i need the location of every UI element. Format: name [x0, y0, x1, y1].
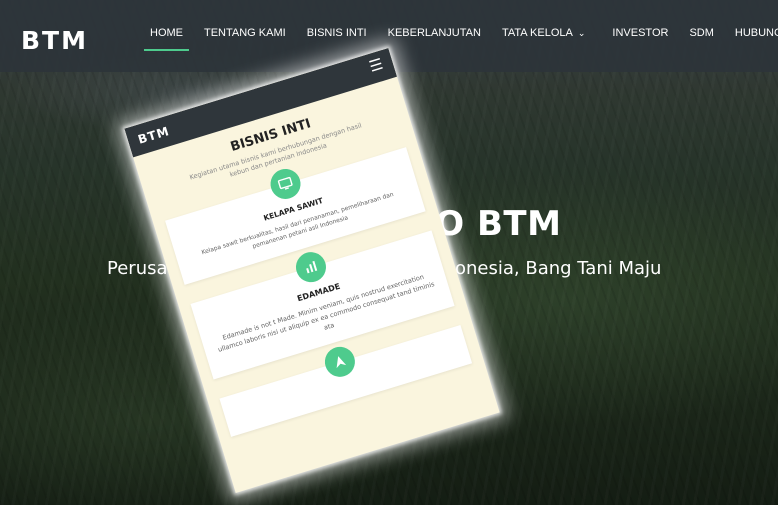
- nav-item-keberlanjutan[interactable]: KEBERLANJUTAN: [388, 27, 481, 39]
- nav-item-sdm[interactable]: SDM: [689, 27, 713, 39]
- nav-item-label: KEBERLANJUTAN: [387, 27, 481, 39]
- nav-item-label: HUBUNGI KAMI: [734, 27, 778, 39]
- chart-icon: [292, 248, 330, 286]
- nav-item-home[interactable]: HOME: [144, 27, 189, 51]
- mobile-brand-logo[interactable]: BTM: [136, 124, 171, 147]
- nav-item-tentang-kami[interactable]: TENTANG KAMI: [204, 27, 286, 39]
- nav-item-label: SDM: [689, 27, 714, 39]
- nav-item-hubungi-kami[interactable]: HUBUNGI KAMI: [735, 27, 778, 39]
- nav-item-bisnis-inti[interactable]: BISNIS INTI: [307, 27, 367, 39]
- nav-item-label: BISNIS INTI: [306, 27, 367, 39]
- nav-item-investor[interactable]: INVESTOR: [612, 27, 668, 39]
- hamburger-icon[interactable]: ☰: [367, 55, 385, 76]
- nav-item-label: HOME: [150, 27, 183, 39]
- nav-item-tata-kelola[interactable]: TATA KELOLA ⌄: [502, 27, 585, 39]
- nav-item-label: TENTANG KAMI: [204, 27, 286, 39]
- nav-item-label: INVESTOR: [612, 27, 669, 39]
- hero-subtitle-right: onesia, Bang Tani Maju: [455, 258, 662, 279]
- nav-item-label: TATA KELOLA: [501, 27, 573, 39]
- chevron-down-icon: ⌄: [577, 27, 586, 38]
- brand-logo[interactable]: BTM: [21, 26, 88, 55]
- main-nav: HOME TENTANG KAMI BISNIS INTI KEBERLANJU…: [144, 27, 778, 51]
- monitor-icon: [266, 165, 305, 203]
- leaf-icon: [321, 343, 359, 381]
